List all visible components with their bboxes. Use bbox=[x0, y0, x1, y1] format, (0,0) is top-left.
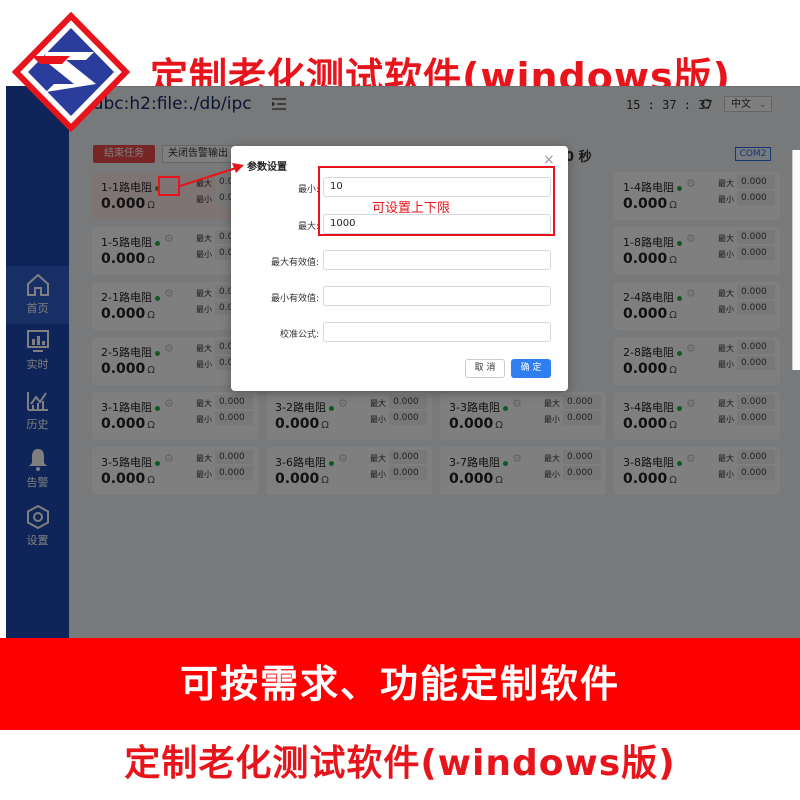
max-valid-field[interactable] bbox=[323, 250, 551, 270]
modal-mask-sidebar bbox=[6, 86, 69, 638]
max-field-label: 最大: bbox=[297, 222, 319, 232]
min-valid-field[interactable] bbox=[323, 286, 551, 306]
calibration-formula-field[interactable] bbox=[323, 322, 551, 342]
company-logo bbox=[12, 12, 130, 132]
calibration-formula-label: 校准公式: bbox=[279, 330, 319, 340]
annotation-text: 可设置上下限 bbox=[372, 201, 451, 216]
min-field-label: 最小: bbox=[297, 185, 319, 195]
promo-bottom-title: 定制老化测试软件(windows版) bbox=[124, 743, 676, 784]
window-edge bbox=[792, 150, 800, 370]
dialog-title: 参数设置 bbox=[247, 162, 287, 173]
promo-band-text: 可按需求、功能定制软件 bbox=[179, 662, 620, 706]
min-valid-field-label: 最小有效值: bbox=[270, 294, 319, 304]
promo-band: 可按需求、功能定制软件 bbox=[0, 638, 800, 730]
annotation-gear-highlight bbox=[158, 176, 180, 196]
max-valid-field-label: 最大有效值: bbox=[270, 258, 319, 268]
confirm-button[interactable]: 确 定 bbox=[511, 359, 551, 378]
cancel-button[interactable]: 取 消 bbox=[465, 359, 505, 378]
annotation-arrow bbox=[179, 163, 244, 187]
